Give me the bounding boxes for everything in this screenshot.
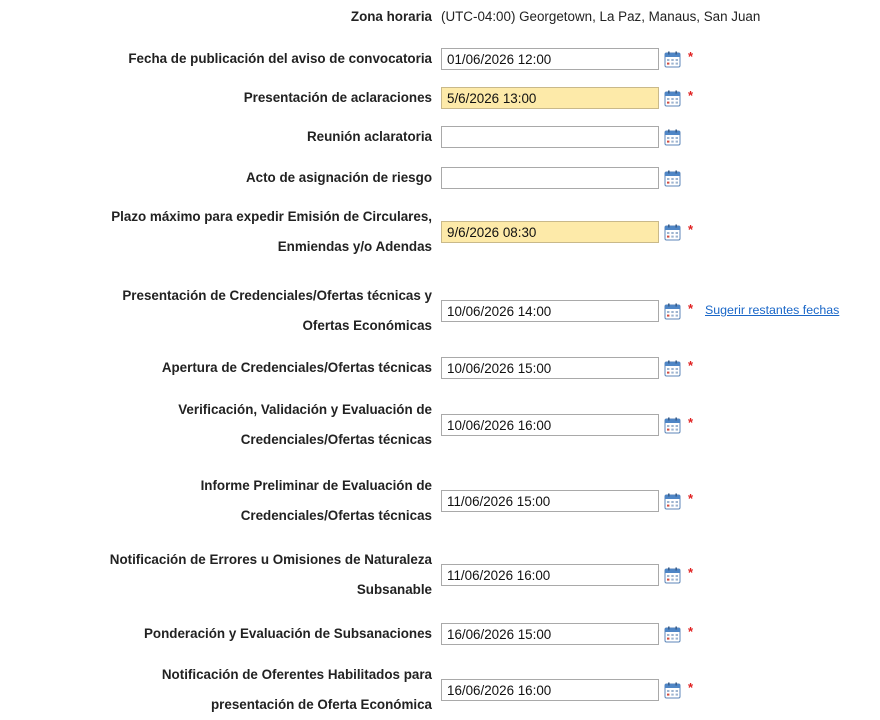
timezone-label: Zona horaria (350, 9, 432, 24)
field-label-line: Subsanable (356, 582, 432, 597)
required-asterisk: * (688, 680, 694, 695)
required-asterisk: * (688, 624, 694, 639)
calendar-icon[interactable] (664, 170, 681, 187)
date-input[interactable] (441, 221, 659, 243)
timezone-row: Zona horaria (UTC-04:00) Georgetown, La … (0, 2, 880, 32)
calendar-icon[interactable] (664, 90, 681, 107)
field-label: Notificación de Errores u Omisiones de N… (0, 545, 432, 605)
calendar-icon[interactable] (664, 129, 681, 146)
field-label-line: Acto de asignación de riesgo (245, 170, 432, 185)
field-label: Ponderación y Evaluación de Subsanacione… (0, 619, 432, 649)
calendar-icon[interactable] (664, 567, 681, 584)
date-input[interactable] (441, 48, 659, 70)
calendar-icon[interactable] (664, 224, 681, 241)
calendar-icon[interactable] (664, 51, 681, 68)
field-label-line: Fecha de publicación del aviso de convoc… (128, 51, 432, 66)
date-input[interactable] (441, 564, 659, 586)
required-asterisk: * (688, 415, 694, 430)
field-label: Plazo máximo para expedir Emisión de Cir… (0, 202, 432, 262)
date-field-row: Presentación de Credenciales/Ofertas téc… (0, 281, 880, 341)
field-label-line: Ponderación y Evaluación de Subsanacione… (144, 626, 432, 641)
field-label: Acto de asignación de riesgo (0, 163, 432, 193)
field-label: Informe Preliminar de Evaluación de Crede… (0, 471, 432, 531)
required-asterisk: * (688, 565, 694, 580)
field-label-line: Apertura de Credenciales/Ofertas técnica… (161, 360, 432, 375)
date-field-row: Verificación, Validación y Evaluación de… (0, 395, 880, 455)
date-input[interactable] (441, 300, 659, 322)
field-label: Apertura de Credenciales/Ofertas técnica… (0, 353, 432, 383)
date-input[interactable] (441, 87, 659, 109)
field-label-line: Notificación de Oferentes Habilitados pa… (161, 667, 432, 682)
field-label-line: Verificación, Validación y Evaluación de (178, 402, 432, 417)
field-label-line: Reunión aclaratoria (306, 129, 432, 144)
date-field-row: Notificación de Oferentes Habilitados pa… (0, 660, 880, 720)
date-field-row: Fecha de publicación del aviso de convoc… (0, 44, 880, 74)
calendar-icon[interactable] (664, 360, 681, 377)
calendar-icon[interactable] (664, 493, 681, 510)
field-label: Reunión aclaratoria (0, 122, 432, 152)
field-label: Presentación de aclaraciones (0, 83, 432, 113)
field-label-line: Ofertas Económicas (302, 318, 433, 333)
field-label-line: Presentación de aclaraciones (243, 90, 432, 105)
required-asterisk: * (688, 88, 694, 103)
calendar-icon[interactable] (664, 417, 681, 434)
calendar-icon[interactable] (664, 303, 681, 320)
field-label: Presentación de Credenciales/Ofertas téc… (0, 281, 432, 341)
date-input[interactable] (441, 679, 659, 701)
field-label-line: Plazo máximo para expedir Emisión de Cir… (111, 209, 432, 224)
field-label-line: Informe Preliminar de Evaluación de (200, 478, 432, 493)
required-asterisk: * (688, 358, 694, 373)
calendar-icon[interactable] (664, 682, 681, 699)
field-label-line: Credenciales/Ofertas técnicas (240, 432, 432, 447)
date-field-row: Apertura de Credenciales/Ofertas técnica… (0, 353, 880, 383)
date-field-row: Ponderación y Evaluación de Subsanacione… (0, 619, 880, 649)
date-input[interactable] (441, 623, 659, 645)
date-input[interactable] (441, 490, 659, 512)
timezone-value: (UTC-04:00) Georgetown, La Paz, Manaus, … (441, 9, 761, 24)
dates-form: Zona horaria (UTC-04:00) Georgetown, La … (0, 0, 880, 718)
date-input[interactable] (441, 414, 659, 436)
required-asterisk: * (688, 49, 694, 64)
required-asterisk: * (688, 222, 694, 237)
date-field-row: Plazo máximo para expedir Emisión de Cir… (0, 202, 880, 262)
required-asterisk: * (688, 491, 694, 506)
date-field-row: Notificación de Errores u Omisiones de N… (0, 545, 880, 605)
suggest-dates-link[interactable]: Sugerir restantes fechas (705, 303, 839, 317)
date-field-row: Reunión aclaratoria (0, 122, 880, 152)
date-field-row: Acto de asignación de riesgo (0, 163, 880, 193)
date-input[interactable] (441, 357, 659, 379)
field-label-line: Notificación de Errores u Omisiones de N… (109, 552, 432, 567)
field-label: Notificación de Oferentes Habilitados pa… (0, 660, 432, 720)
field-label-line: Presentación de Credenciales/Ofertas téc… (122, 288, 432, 303)
date-input[interactable] (441, 167, 659, 189)
field-label-line: Credenciales/Ofertas técnicas (240, 508, 432, 523)
date-field-row: Presentación de aclaraciones * (0, 83, 880, 113)
field-label: Fecha de publicación del aviso de convoc… (0, 44, 432, 74)
date-input[interactable] (441, 126, 659, 148)
field-label-line: Enmiendas y/o Adendas (277, 239, 432, 254)
calendar-icon[interactable] (664, 626, 681, 643)
required-asterisk: * (688, 301, 694, 316)
date-field-row: Informe Preliminar de Evaluación de Crede… (0, 471, 880, 531)
field-label: Verificación, Validación y Evaluación de… (0, 395, 432, 455)
field-label-line: presentación de Oferta Económica (210, 697, 432, 712)
